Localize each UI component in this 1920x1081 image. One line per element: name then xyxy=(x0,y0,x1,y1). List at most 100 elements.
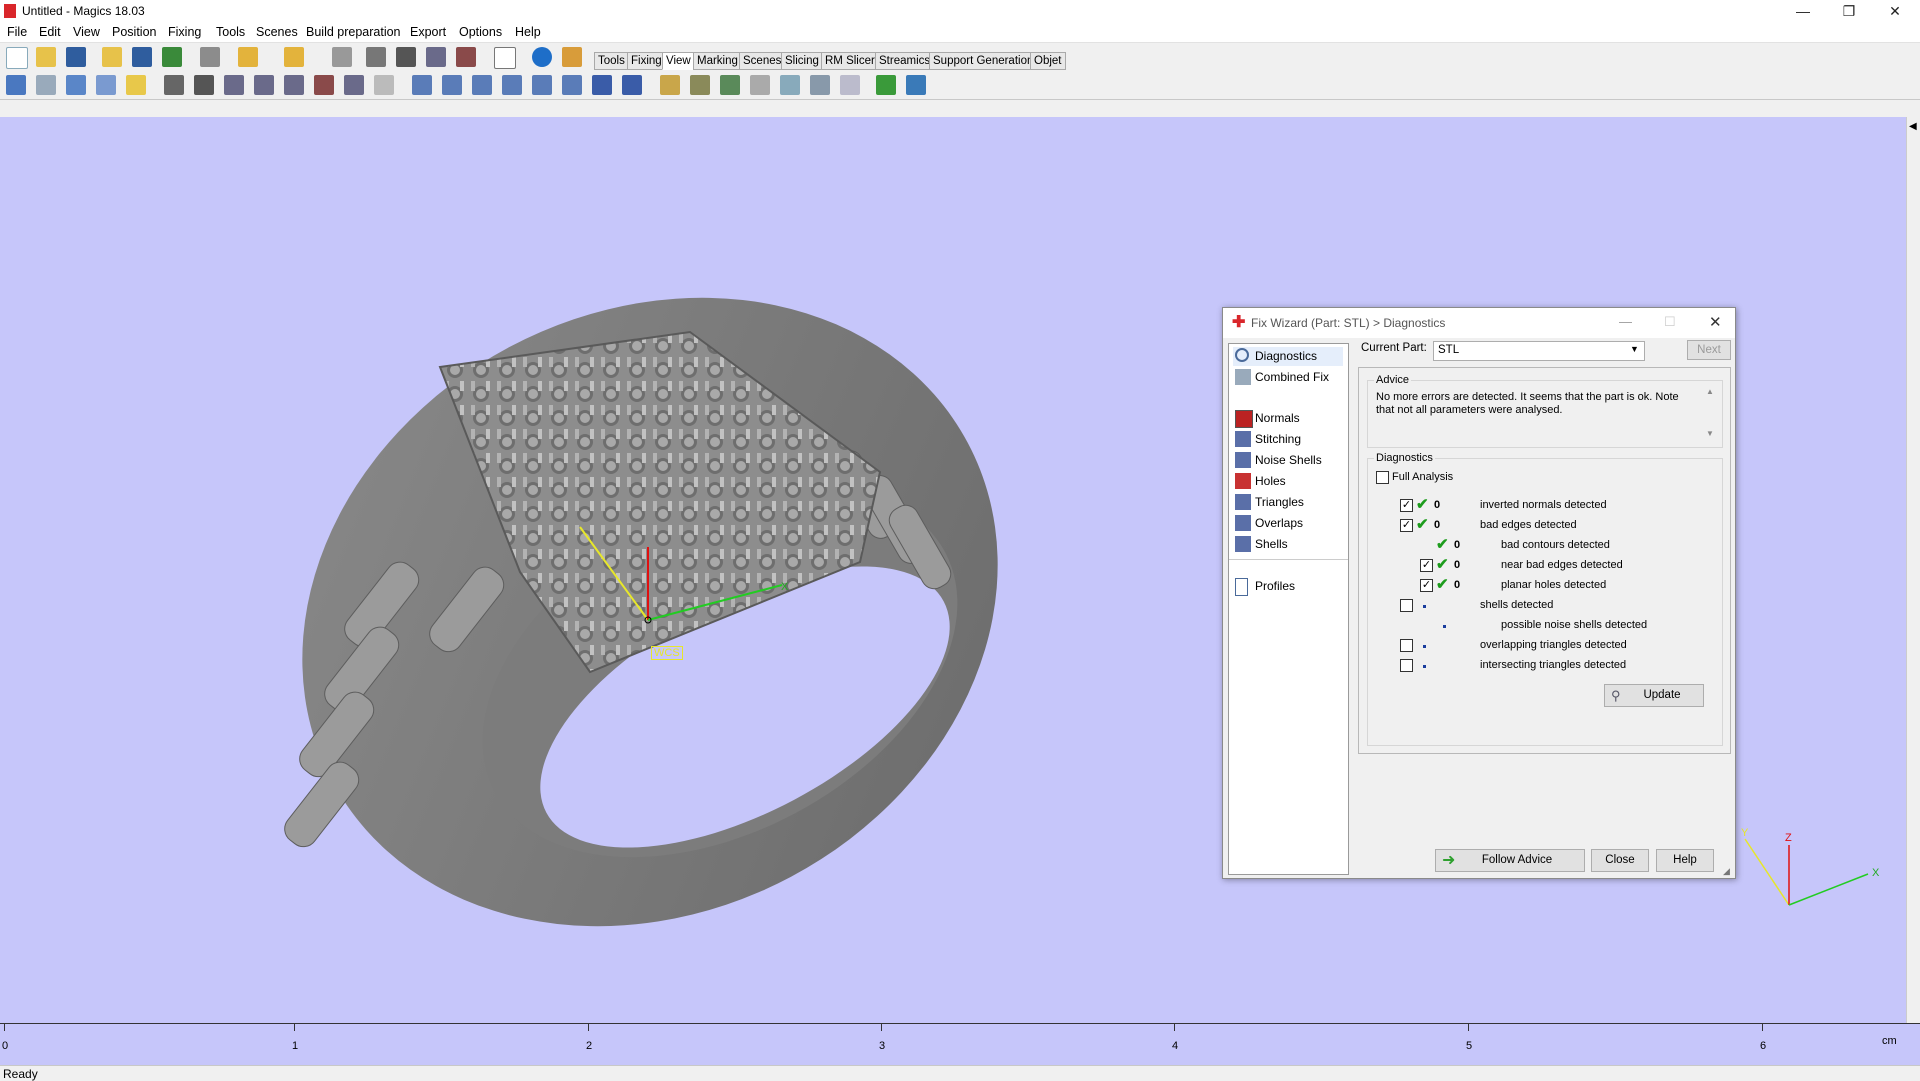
section-icon[interactable] xyxy=(780,75,800,95)
tab-fixing[interactable]: Fixing xyxy=(627,52,666,70)
menu-options[interactable]: Options xyxy=(459,25,502,39)
tab-scenes[interactable]: Scenes xyxy=(739,52,786,70)
restore-button[interactable]: ❐ xyxy=(1826,0,1872,22)
tab-rm-slicer[interactable]: RM Slicer xyxy=(821,52,879,70)
unload-part-icon[interactable] xyxy=(162,47,182,67)
full-analysis-checkbox[interactable] xyxy=(1376,471,1389,484)
near-bad-edges-checkbox[interactable]: ✓ xyxy=(1420,559,1433,572)
tab-view[interactable]: View xyxy=(662,52,695,70)
undo-icon[interactable] xyxy=(238,47,258,67)
nav-item-noise-shells[interactable]: Noise Shells xyxy=(1233,451,1343,470)
scroll-down-icon[interactable]: ▼ xyxy=(1706,429,1714,438)
view-pan-icon[interactable] xyxy=(194,75,214,95)
dialog-minimize-button[interactable]: — xyxy=(1619,314,1632,329)
tab-objet[interactable]: Objet xyxy=(1030,52,1066,70)
zoom-reset-icon[interactable] xyxy=(456,47,476,67)
nav-item-normals[interactable]: Normals xyxy=(1233,409,1343,428)
checklist-icon[interactable] xyxy=(494,47,516,69)
help-button[interactable]: Help xyxy=(1656,849,1714,872)
menu-build-preparation[interactable]: Build preparation xyxy=(306,25,401,39)
nav-item-profiles[interactable]: Profiles xyxy=(1233,577,1343,596)
tab-streamics[interactable]: Streamics xyxy=(875,52,935,70)
zoom-in-icon[interactable] xyxy=(254,75,274,95)
light-icon[interactable] xyxy=(660,75,680,95)
coordinate-icon[interactable] xyxy=(720,75,740,95)
tab-support-generation[interactable]: Support Generation xyxy=(929,52,1038,70)
menu-edit[interactable]: Edit xyxy=(39,25,61,39)
inverted-normals-checkbox[interactable]: ✓ xyxy=(1400,499,1413,512)
zoom-all-icon[interactable] xyxy=(314,75,334,95)
clip-icon[interactable] xyxy=(810,75,830,95)
planar-holes-checkbox[interactable]: ✓ xyxy=(1420,579,1433,592)
select-part-icon[interactable] xyxy=(332,47,352,67)
tab-slicing[interactable]: Slicing xyxy=(781,52,823,70)
nav-item-triangles[interactable]: Triangles xyxy=(1233,493,1343,512)
menu-help[interactable]: Help xyxy=(515,25,541,39)
view-top-icon[interactable] xyxy=(532,75,552,95)
menu-position[interactable]: Position xyxy=(112,25,156,39)
nav-item-diagnostics[interactable]: Diagnostics xyxy=(1233,347,1343,366)
zoom-selection-icon[interactable] xyxy=(374,75,394,95)
wireframe-view-icon[interactable] xyxy=(36,75,56,95)
view-iso-icon[interactable] xyxy=(592,75,612,95)
collapse-arrow-icon[interactable]: ◀ xyxy=(1909,121,1917,132)
side-panel-toggle[interactable]: ◀ xyxy=(1906,117,1920,1023)
resize-grip-icon[interactable]: ◢ xyxy=(1723,866,1730,877)
import-view-icon[interactable] xyxy=(876,75,896,95)
bounding-box-icon[interactable] xyxy=(126,75,146,95)
help-icon[interactable] xyxy=(532,47,552,67)
current-part-select[interactable]: STL ▼ xyxy=(1433,341,1645,361)
redo-icon[interactable] xyxy=(284,47,304,67)
scroll-up-icon[interactable]: ▲ xyxy=(1706,387,1714,396)
view-left-icon[interactable] xyxy=(472,75,492,95)
transparency-icon[interactable] xyxy=(840,75,860,95)
open-folder-icon[interactable] xyxy=(36,47,56,67)
nav-item-overlaps[interactable]: Overlaps xyxy=(1233,514,1343,533)
user-icon[interactable] xyxy=(562,47,582,67)
nav-item-shells[interactable]: Shells xyxy=(1233,535,1343,554)
menu-file[interactable]: File xyxy=(7,25,27,39)
ruler-icon[interactable] xyxy=(750,75,770,95)
nav-item-combined-fix[interactable]: Combined Fix xyxy=(1233,368,1343,387)
dialog-close-icon[interactable]: ✕ xyxy=(1709,313,1722,331)
close-button[interactable]: Close xyxy=(1591,849,1649,872)
pan-icon[interactable] xyxy=(396,47,416,67)
view-iso2-icon[interactable] xyxy=(622,75,642,95)
zoom-window-icon[interactable] xyxy=(224,75,244,95)
shells-checkbox[interactable] xyxy=(1400,599,1413,612)
axis-icon[interactable] xyxy=(690,75,710,95)
bad-edges-checkbox[interactable]: ✓ xyxy=(1400,519,1413,532)
view-bottom-icon[interactable] xyxy=(562,75,582,95)
menu-scenes[interactable]: Scenes xyxy=(256,25,298,39)
view-back-icon[interactable] xyxy=(442,75,462,95)
print-icon[interactable] xyxy=(200,47,220,67)
view-right-icon[interactable] xyxy=(502,75,522,95)
zoom-icon[interactable] xyxy=(426,47,446,67)
intersecting-triangles-checkbox[interactable] xyxy=(1400,659,1413,672)
save-part-icon[interactable] xyxy=(132,47,152,67)
minimize-button[interactable]: — xyxy=(1780,0,1826,22)
menu-view[interactable]: View xyxy=(73,25,100,39)
triangle-view-icon[interactable] xyxy=(96,75,116,95)
tab-marking[interactable]: Marking xyxy=(693,52,742,70)
zoom-part-icon[interactable] xyxy=(344,75,364,95)
view-front-icon[interactable] xyxy=(412,75,432,95)
menu-fixing[interactable]: Fixing xyxy=(168,25,201,39)
tab-tools[interactable]: Tools xyxy=(594,52,629,70)
close-window-button[interactable]: ✕ xyxy=(1872,0,1918,22)
nav-item-holes[interactable]: Holes xyxy=(1233,472,1343,491)
update-button[interactable]: ⚲ Update xyxy=(1604,684,1704,707)
menu-export[interactable]: Export xyxy=(410,25,446,39)
menu-tools[interactable]: Tools xyxy=(216,25,245,39)
export-image-icon[interactable] xyxy=(906,75,926,95)
follow-advice-button[interactable]: ➜ Follow Advice xyxy=(1435,849,1585,872)
view-rotate-icon[interactable] xyxy=(164,75,184,95)
new-file-icon[interactable] xyxy=(6,47,28,69)
shaded-view-icon[interactable] xyxy=(6,75,26,95)
overlapping-triangles-checkbox[interactable] xyxy=(1400,639,1413,652)
solid-view-icon[interactable] xyxy=(66,75,86,95)
save-icon[interactable] xyxy=(66,47,86,67)
nav-item-stitching[interactable]: Stitching xyxy=(1233,430,1343,449)
import-part-icon[interactable] xyxy=(102,47,122,67)
rotate-icon[interactable] xyxy=(366,47,386,67)
